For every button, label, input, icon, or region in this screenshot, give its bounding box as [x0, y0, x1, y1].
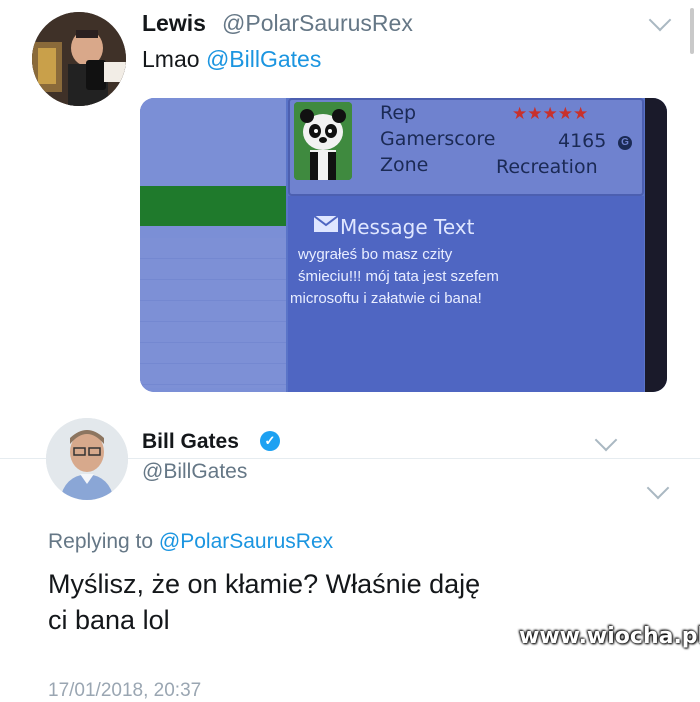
gamerscore-icon: G: [618, 136, 632, 150]
replying-to: Replying to @PolarSaurusRex: [48, 530, 333, 554]
tweet-text: Lmao @BillGates: [142, 46, 321, 73]
panda-avatar-icon: [294, 102, 352, 180]
chevron-down-icon[interactable]: [646, 476, 670, 500]
tweet-timestamp[interactable]: 17/01/2018, 20:37: [48, 680, 201, 702]
tweet-author-handle[interactable]: @BillGates: [142, 460, 247, 484]
message-line-1: wygrałeś bo masz czity: [298, 246, 453, 263]
scrollbar[interactable]: [690, 8, 694, 54]
message-line-3: microsoftu i załatwie ci bana!: [290, 290, 482, 307]
zone-value: Recreation: [496, 156, 598, 178]
tweet-author-handle[interactable]: @PolarSaurusRex: [222, 10, 413, 37]
mention-link[interactable]: @BillGates: [206, 46, 321, 72]
message-line-2: śmieciu!!! mój tata jest szefem: [298, 268, 499, 285]
gamerscore-value: 4165: [558, 130, 607, 152]
rep-stars: ★★★★★: [512, 104, 589, 123]
avatar-lewis[interactable]: [32, 12, 126, 106]
replying-mention-link[interactable]: @PolarSaurusRex: [159, 530, 333, 553]
chevron-down-icon[interactable]: [594, 428, 618, 452]
zone-label: Zone: [380, 154, 429, 176]
tweet-author-name[interactable]: Bill Gates: [142, 430, 239, 454]
avatar-bill-gates[interactable]: [46, 418, 128, 500]
photo-green-bar: [140, 186, 286, 226]
chevron-down-icon[interactable]: [648, 8, 672, 32]
envelope-icon: [313, 215, 339, 232]
photo-right-edge: [645, 98, 667, 392]
watermark: www.wiocha.pl: [519, 624, 700, 649]
verified-badge-icon: ✓: [260, 431, 280, 451]
tweet-text-line-1: Myślisz, że on kłamie? Właśnie daję: [48, 569, 481, 599]
gamerscore-label: Gamerscore: [380, 128, 496, 150]
tweet-text-prefix: Lmao: [142, 46, 206, 72]
replying-prefix: Replying to: [48, 530, 159, 553]
rep-label: Rep: [380, 102, 417, 124]
message-title: Message Text: [340, 215, 475, 239]
tweet-author-name[interactable]: Lewis: [142, 10, 206, 37]
tweet-photo[interactable]: Rep ★★★★★ Gamerscore 4165 G Zone Recreat…: [140, 98, 667, 392]
photo-list-lines: [140, 238, 286, 388]
